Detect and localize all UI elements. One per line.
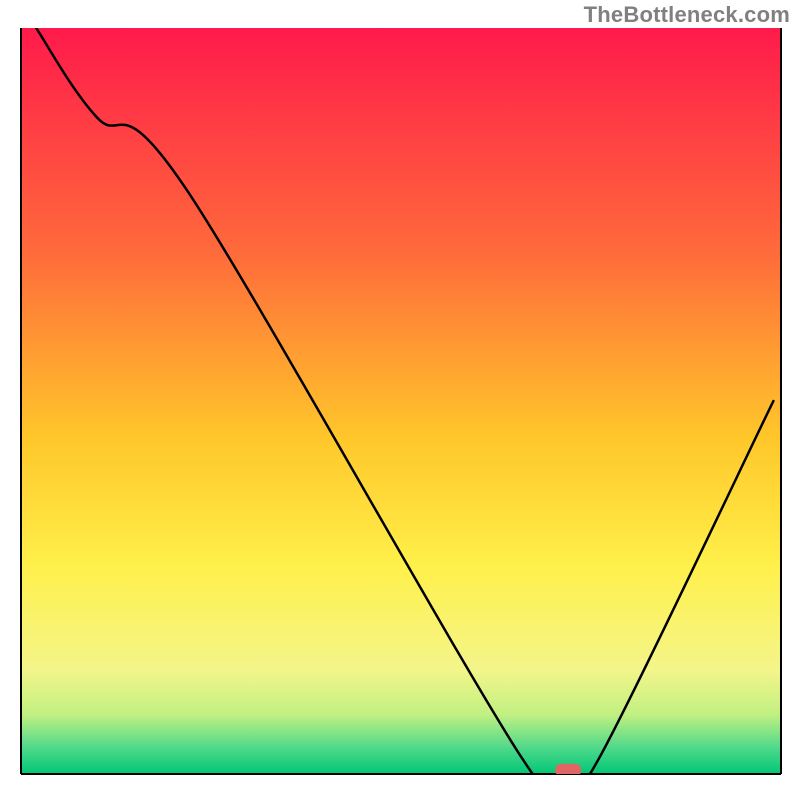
watermark-label: TheBottleneck.com: [584, 2, 790, 28]
bottleneck-chart: [0, 0, 800, 800]
plot-background: [21, 28, 781, 774]
chart-container: TheBottleneck.com: [0, 0, 800, 800]
